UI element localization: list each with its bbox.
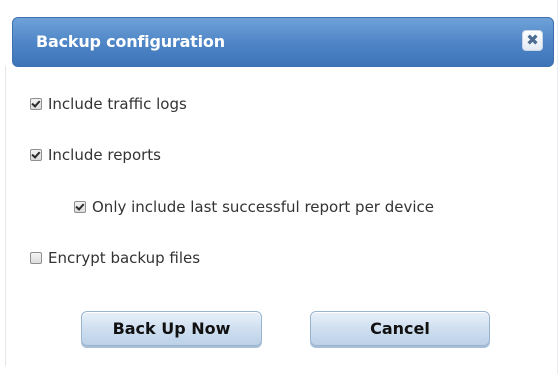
include-traffic-logs-option[interactable]: Include traffic logs: [30, 93, 187, 115]
encrypt-backup-files-label: Encrypt backup files: [48, 249, 201, 267]
dialog-title: Backup configuration: [36, 32, 225, 51]
dialog-titlebar: Backup configuration ✖: [12, 17, 554, 67]
close-icon: ✖: [526, 31, 539, 49]
include-reports-option[interactable]: Include reports: [30, 144, 161, 166]
last-successful-report-label: Only include last successful report per …: [92, 198, 434, 216]
cancel-button[interactable]: Cancel: [310, 311, 490, 346]
encrypt-backup-files-checkbox[interactable]: [30, 252, 42, 264]
include-traffic-logs-label: Include traffic logs: [48, 95, 187, 113]
encrypt-backup-files-option[interactable]: Encrypt backup files: [30, 247, 200, 269]
include-traffic-logs-checkbox[interactable]: [30, 98, 42, 110]
back-up-now-button[interactable]: Back Up Now: [81, 311, 262, 346]
include-reports-checkbox[interactable]: [30, 149, 42, 161]
close-button[interactable]: ✖: [522, 30, 543, 51]
include-reports-label: Include reports: [48, 146, 161, 164]
backup-configuration-dialog: Backup configuration ✖ Include traffic l…: [0, 0, 558, 374]
last-successful-report-option[interactable]: Only include last successful report per …: [74, 196, 434, 218]
last-successful-report-checkbox[interactable]: [74, 201, 86, 213]
